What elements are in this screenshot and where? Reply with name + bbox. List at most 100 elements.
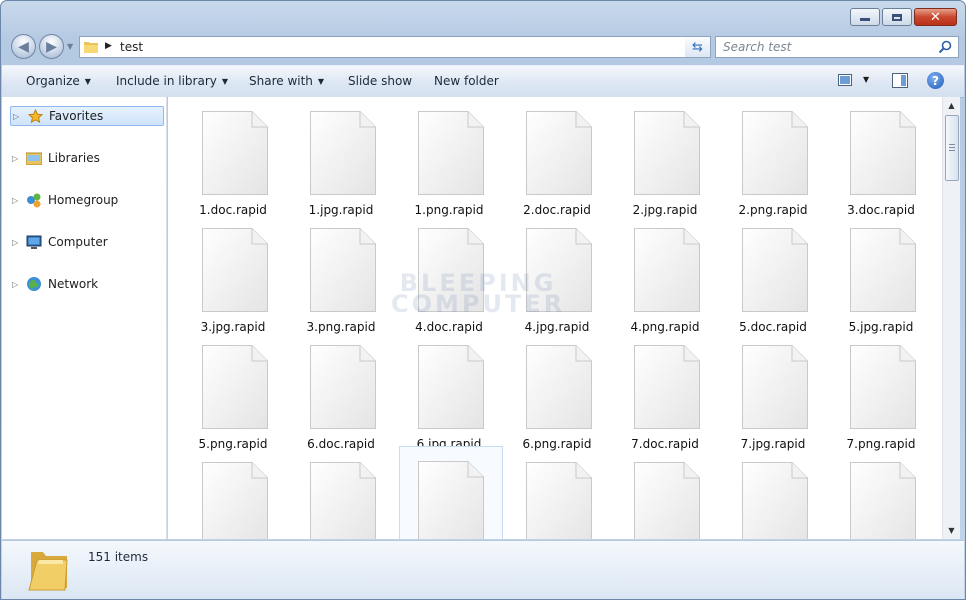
nav-item-libraries[interactable]: ▷ Libraries [10,148,164,168]
star-icon [27,108,43,124]
file-item[interactable] [274,448,378,539]
blank-file-icon [634,111,700,195]
blank-file-icon [310,228,376,312]
file-item[interactable]: 7.png.rapid [814,331,918,451]
explorer-window: ✕ ◀ ▶ ▼ ▶ test ▼ ⇆ Search test Organize ▼… [0,0,966,600]
computer-icon [26,234,42,250]
close-button[interactable]: ✕ [914,8,957,26]
network-icon [26,276,42,292]
file-item[interactable]: 4.png.rapid [598,214,702,334]
include-in-library-label: Include in library [116,74,217,88]
file-item[interactable]: 2.doc.rapid [490,97,594,217]
expand-icon[interactable]: ▷ [12,238,22,247]
expand-icon[interactable]: ▷ [12,154,22,163]
file-item[interactable] [598,448,702,539]
scrollbar-thumb[interactable] [945,115,959,181]
expand-icon[interactable]: ▷ [12,196,22,205]
preview-pane-icon[interactable] [892,73,908,88]
nav-item-computer[interactable]: ▷ Computer [10,232,164,252]
file-item[interactable]: 7.doc.rapid [598,331,702,451]
view-options-dropdown-icon[interactable]: ▼ [863,75,869,84]
expand-icon[interactable]: ▷ [12,280,22,289]
minimize-button[interactable] [850,8,880,26]
file-item[interactable]: 3.doc.rapid [814,97,918,217]
breadcrumb-current[interactable]: test [120,40,143,54]
chevron-down-icon: ▼ [317,77,325,86]
file-item[interactable]: 5.png.rapid [168,331,270,451]
scroll-down-button[interactable]: ▼ [943,522,960,539]
file-item[interactable]: 6.jpg.rapid [382,331,486,451]
slide-show-button[interactable]: Slide show [348,74,412,88]
back-button[interactable]: ◀ [11,34,36,59]
file-item[interactable] [814,448,918,539]
search-input[interactable]: Search test [715,36,959,58]
share-with-button[interactable]: Share with ▼ [249,74,324,88]
expand-icon[interactable]: ▷ [13,112,23,121]
file-item[interactable]: 5.jpg.rapid [814,214,918,334]
file-item[interactable]: 6.doc.rapid [274,331,378,451]
blank-file-icon [418,111,484,195]
file-item[interactable] [490,448,594,539]
navigation-bar: ◀ ▶ ▼ ▶ test ▼ ⇆ Search test [9,34,959,60]
blank-file-icon [850,462,916,539]
file-item[interactable]: 3.png.rapid [274,214,378,334]
file-list-view[interactable]: 1.doc.rapid 1.jpg.rapid 1.png.rapid 2.doc.r… [168,97,942,539]
nav-item-network[interactable]: ▷ Network [10,274,164,294]
file-item[interactable] [168,448,270,539]
file-item[interactable]: 1.png.rapid [382,97,486,217]
forward-arrow-icon: ▶ [46,38,57,55]
chevron-down-icon: ▼ [84,77,91,86]
blank-file-icon [202,345,268,429]
blank-file-icon [418,461,484,539]
file-item[interactable]: 1.doc.rapid [168,97,270,217]
back-arrow-icon: ◀ [18,38,29,55]
file-item[interactable] [706,448,810,539]
maximize-button[interactable] [882,8,912,26]
file-item[interactable]: 2.jpg.rapid [598,97,702,217]
file-item[interactable]: 7.jpg.rapid [706,331,810,451]
recent-locations-dropdown[interactable]: ▼ [67,42,73,51]
file-item[interactable]: 3.jpg.rapid [168,214,270,334]
blank-file-icon [526,345,592,429]
file-item[interactable]: 6.png.rapid [490,331,594,451]
file-item[interactable]: 1.jpg.rapid [274,97,378,217]
blank-file-icon [742,462,808,539]
include-in-library-button[interactable]: Include in library ▼ [116,74,228,88]
forward-button[interactable]: ▶ [39,34,64,59]
organize-button[interactable]: Organize ▼ [26,74,91,88]
caption-buttons: ✕ [848,8,957,26]
nav-item-favorites[interactable]: ▷ Favorites [10,106,164,126]
minimize-icon [860,18,870,21]
close-icon: ✕ [930,9,941,25]
file-item[interactable]: 4.jpg.rapid [490,214,594,334]
file-item[interactable]: 4.doc.rapid [382,214,486,334]
blank-file-icon [742,345,808,429]
blank-file-icon [202,111,268,195]
refresh-button[interactable]: ⇆ [685,36,711,58]
vertical-scrollbar[interactable]: ▲ ▼ [942,97,960,539]
libraries-icon [26,150,42,166]
folder-icon [84,42,98,53]
search-placeholder: Search test [723,40,792,54]
nav-label: Libraries [48,151,100,165]
file-item[interactable]: 2.png.rapid [706,97,810,217]
file-item[interactable] [399,446,503,539]
nav-label: Network [48,277,99,291]
help-icon[interactable]: ? [927,72,944,89]
item-count: 151 items [88,550,149,564]
blank-file-icon [526,228,592,312]
scroll-up-button[interactable]: ▲ [943,97,960,114]
nav-label: Homegroup [48,193,119,207]
blank-file-icon [742,111,808,195]
address-bar[interactable]: ▶ test ▼ [79,36,711,58]
nav-item-homegroup[interactable]: ▷ Homegroup [10,190,164,210]
blank-file-icon [526,462,592,539]
search-icon[interactable] [938,40,952,54]
nav-label: Favorites [49,109,104,123]
file-item[interactable]: 5.doc.rapid [706,214,810,334]
new-folder-button[interactable]: New folder [434,74,499,88]
blank-file-icon [310,462,376,539]
homegroup-icon [26,192,42,208]
breadcrumb-separator-icon[interactable]: ▶ [105,41,112,51]
change-view-icon[interactable] [838,74,852,86]
